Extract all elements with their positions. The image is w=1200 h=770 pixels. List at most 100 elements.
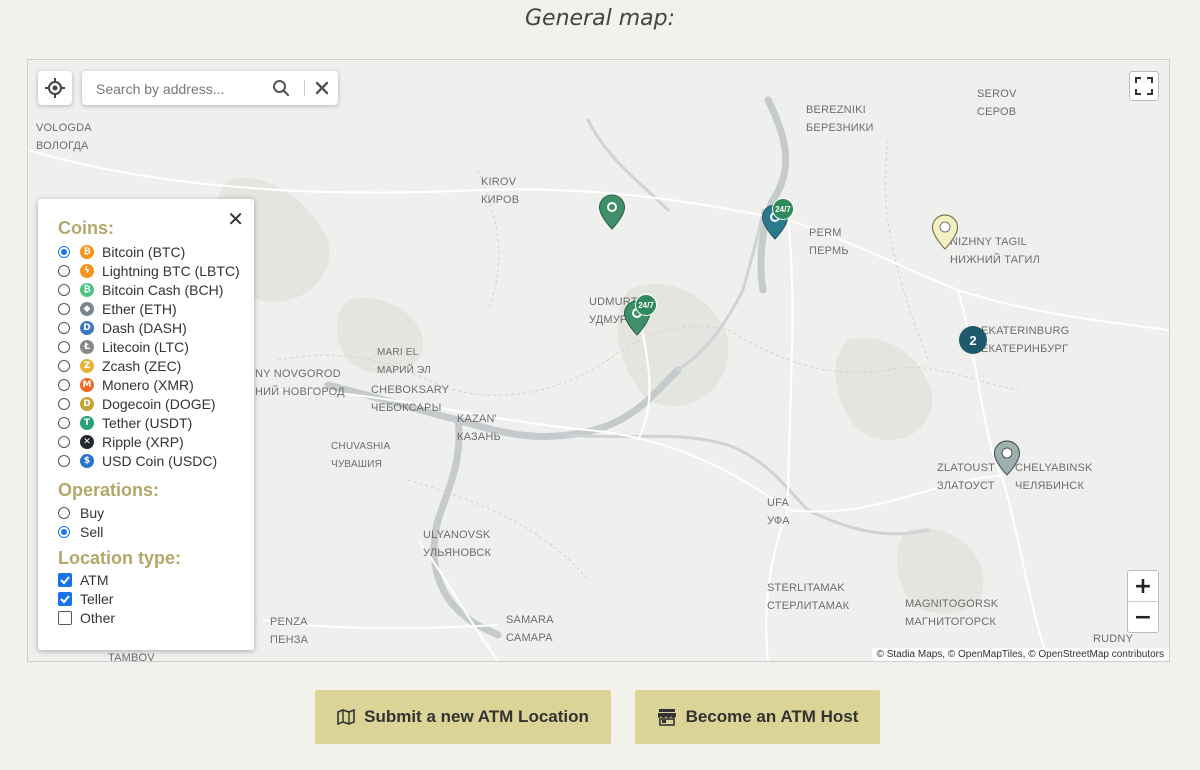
city-zlatoust: ZLATOUST ЗЛАТОУСТ xyxy=(937,462,996,492)
coin-label: Lightning BTC (LBTC) xyxy=(102,262,240,279)
coin-option[interactable]: ₿ Bitcoin Cash (BCH) xyxy=(58,280,223,299)
search-box xyxy=(82,71,338,105)
coin-icon: Ł xyxy=(80,339,94,354)
coin-label: Monero (XMR) xyxy=(102,376,194,393)
coin-radio[interactable] xyxy=(58,416,70,429)
coin-option[interactable]: M Monero (XMR) xyxy=(58,375,194,394)
city-sterlitamak: STERLITAMAK СТЕРЛИТАМАК xyxy=(767,582,850,612)
region-mari-el: MARI EL МАРИЙ ЭЛ xyxy=(377,347,431,376)
operation-radio[interactable] xyxy=(58,506,70,519)
coin-icon: ✕ xyxy=(80,434,94,449)
map-attribution: © Stadia Maps, © OpenMapTiles, © OpenStr… xyxy=(871,648,1169,661)
city-ufa: UFA УФА xyxy=(767,497,790,527)
coin-label: USD Coin (USDC) xyxy=(102,452,218,469)
coin-label: Tether (USDT) xyxy=(102,414,193,431)
coin-option[interactable]: D Dash (DASH) xyxy=(58,318,187,337)
location-type-checkbox[interactable] xyxy=(58,591,72,606)
locate-button[interactable] xyxy=(38,71,72,105)
atm-map-pin-chelyabinsk[interactable] xyxy=(993,440,1021,476)
location-type-label: Teller xyxy=(80,590,114,607)
city-vologda: VOLOGDA ВОЛОГДА xyxy=(36,122,92,152)
coin-radio[interactable] xyxy=(58,283,70,296)
zoom-in-button[interactable]: + xyxy=(1128,571,1158,602)
city-kirov: KIROV КИРОВ xyxy=(481,176,520,206)
operation-label: Sell xyxy=(80,523,104,540)
coin-radio[interactable] xyxy=(58,435,70,448)
operations-title: Operations: xyxy=(58,480,160,500)
coin-radio[interactable] xyxy=(58,302,70,315)
region-chuvashia: CHUVASHIA ЧУВАШИЯ xyxy=(331,441,391,470)
map-icon xyxy=(337,708,355,726)
hours-badge: 24/7 xyxy=(635,294,657,316)
coin-icon: M xyxy=(80,377,94,392)
location-type-option[interactable]: ATM xyxy=(58,570,109,589)
coin-label: Dash (DASH) xyxy=(102,319,187,336)
close-icon[interactable] xyxy=(314,80,330,96)
coin-label: Ether (ETH) xyxy=(102,300,177,317)
crosshair-icon xyxy=(45,78,65,98)
coin-icon: T xyxy=(80,415,94,430)
coin-option[interactable]: ✕ Ripple (XRP) xyxy=(58,432,184,451)
zoom-out-button[interactable]: − xyxy=(1128,602,1158,632)
close-filter-button[interactable]: ✕ xyxy=(227,207,244,231)
coin-option[interactable]: ϟ Lightning BTC (LBTC) xyxy=(58,261,240,280)
coin-icon: D xyxy=(80,396,94,411)
page-title: General map: xyxy=(525,6,675,31)
coin-label: Bitcoin (BTC) xyxy=(102,243,186,260)
fullscreen-button[interactable] xyxy=(1129,71,1159,101)
location-type-checkbox[interactable] xyxy=(58,610,72,625)
coin-option[interactable]: ◆ Ether (ETH) xyxy=(58,299,177,318)
cluster-marker[interactable]: 2 xyxy=(959,326,987,354)
operation-radio[interactable] xyxy=(58,525,70,538)
location-type-option[interactable]: Teller xyxy=(58,589,113,608)
map[interactable]: VOLOGDA ВОЛОГДА KIROV КИРОВ BEREZNIKI БЕ… xyxy=(27,59,1170,662)
coin-radio[interactable] xyxy=(58,378,70,391)
coin-option[interactable]: Z Zcash (ZEC) xyxy=(58,356,181,375)
coin-option[interactable]: $ USD Coin (USDC) xyxy=(58,451,217,470)
coin-label: Bitcoin Cash (BCH) xyxy=(102,281,224,298)
atm-map-pin-nizhny-tagil[interactable] xyxy=(931,214,959,250)
location-type-title: Location type: xyxy=(58,548,182,568)
city-cheboksary: CHEBOKSARY ЧЕБОКСАРЫ xyxy=(371,384,450,414)
coin-icon: ϟ xyxy=(80,263,94,278)
city-nizhny-novgorod: NY NOVGOROD НИЙ НОВГОРОД xyxy=(255,368,345,398)
coin-option[interactable]: ₿ Bitcoin (BTC) xyxy=(58,242,185,261)
operation-option[interactable]: Sell xyxy=(58,522,103,541)
city-tambov: TAMBOV xyxy=(108,652,155,662)
coin-icon: Z xyxy=(80,358,94,373)
search-icon[interactable] xyxy=(272,79,290,97)
city-nizhny-tagil: NIZHNY TAGIL НИЖНИЙ ТАГИЛ xyxy=(950,236,1040,266)
atm-map-pin[interactable] xyxy=(598,194,626,230)
city-chelyabinsk: CHELYABINSK ЧЕЛЯБИНСК xyxy=(1015,462,1093,492)
coin-radio[interactable] xyxy=(58,397,70,410)
coin-radio[interactable] xyxy=(58,454,70,467)
coin-label: Litecoin (LTC) xyxy=(102,338,189,355)
checkmark-icon xyxy=(60,594,70,603)
filter-panel: ✕ Coins: ₿ Bitcoin (BTC) ϟ Lightning BTC (L… xyxy=(38,199,254,650)
operation-option[interactable]: Buy xyxy=(58,503,104,522)
store-icon xyxy=(657,709,676,726)
coin-option[interactable]: T Tether (USDT) xyxy=(58,413,192,432)
become-atm-host-label: Become an ATM Host xyxy=(685,707,859,726)
coin-radio[interactable] xyxy=(58,340,70,353)
coin-option[interactable]: D Dogecoin (DOGE) xyxy=(58,394,216,413)
coin-radio[interactable] xyxy=(58,359,70,372)
search-input[interactable] xyxy=(94,78,258,100)
coins-title: Coins: xyxy=(58,218,114,238)
coin-radio[interactable] xyxy=(58,264,70,277)
coin-radio[interactable] xyxy=(58,245,70,258)
city-serov: SEROV СЕРОВ xyxy=(977,88,1017,118)
checkmark-icon xyxy=(60,575,70,584)
city-berezniki: BEREZNIKI БЕРЕЗНИКИ xyxy=(806,104,874,134)
coin-icon: D xyxy=(80,320,94,335)
coin-option[interactable]: Ł Litecoin (LTC) xyxy=(58,337,189,356)
city-magnitogorsk: MAGNITOGORSK МАГНИТОГОРСК xyxy=(905,598,999,628)
coin-radio[interactable] xyxy=(58,321,70,334)
location-type-checkbox[interactable] xyxy=(58,572,72,587)
coin-icon: ₿ xyxy=(80,244,94,259)
coin-label: Zcash (ZEC) xyxy=(102,357,182,374)
coin-label: Ripple (XRP) xyxy=(102,433,184,450)
become-atm-host-button[interactable]: Become an ATM Host xyxy=(635,690,880,744)
submit-atm-location-button[interactable]: Submit a new ATM Location xyxy=(315,690,611,744)
location-type-option[interactable]: Other xyxy=(58,608,115,627)
